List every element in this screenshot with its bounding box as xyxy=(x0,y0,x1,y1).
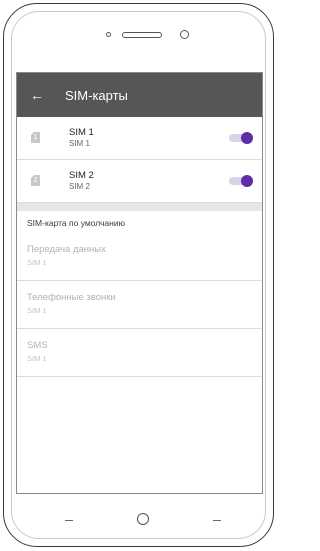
sim-card-icon: 1 xyxy=(31,132,40,143)
sim-row-2[interactable]: 2 SIM 2 SIM 2 xyxy=(17,160,262,203)
pref-item-calls[interactable]: Телефонные звонки SIM 1 xyxy=(17,281,262,329)
toggle-knob xyxy=(241,132,253,144)
sim-text: SIM 1 SIM 1 xyxy=(69,127,94,149)
sim-subtitle: SIM 2 xyxy=(69,182,90,191)
nav-back-icon[interactable] xyxy=(65,520,73,521)
pref-subtitle: SIM 1 xyxy=(27,306,47,315)
earpiece-speaker xyxy=(122,32,162,38)
sim-subtitle: SIM 1 xyxy=(69,139,90,148)
pref-item-sms[interactable]: SMS SIM 1 xyxy=(17,329,262,377)
sim-text: SIM 2 SIM 2 xyxy=(69,170,94,192)
pref-item-data[interactable]: Передача данных SIM 1 xyxy=(17,233,262,281)
pref-title: Телефонные звонки xyxy=(27,292,116,303)
proximity-sensor xyxy=(106,32,111,37)
default-sim-section-header: SIM-карта по умолчанию xyxy=(27,218,125,228)
pref-subtitle: SIM 1 xyxy=(27,258,47,267)
sim-name: SIM 1 xyxy=(69,127,94,138)
toggle-knob xyxy=(241,175,253,187)
screen: ← SIM-карты 1 SIM 1 SIM 1 2 SIM 2 SIM 2 … xyxy=(16,72,263,494)
pref-subtitle: SIM 1 xyxy=(27,354,47,363)
front-camera xyxy=(180,30,189,39)
nav-recents-icon[interactable] xyxy=(213,520,221,521)
sim-name: SIM 2 xyxy=(69,170,94,181)
sim-2-toggle[interactable] xyxy=(229,175,253,187)
nav-home-icon[interactable] xyxy=(137,513,149,525)
arrow-left-icon[interactable]: ← xyxy=(17,73,57,117)
page-title: SIM-карты xyxy=(65,87,128,103)
app-bar: ← SIM-карты xyxy=(17,73,262,117)
section-divider xyxy=(17,203,262,211)
pref-title: SMS xyxy=(27,340,48,351)
sim-row-1[interactable]: 1 SIM 1 SIM 1 xyxy=(17,117,262,160)
sim-card-icon: 2 xyxy=(31,175,40,186)
sim-1-toggle[interactable] xyxy=(229,132,253,144)
pref-title: Передача данных xyxy=(27,244,106,255)
